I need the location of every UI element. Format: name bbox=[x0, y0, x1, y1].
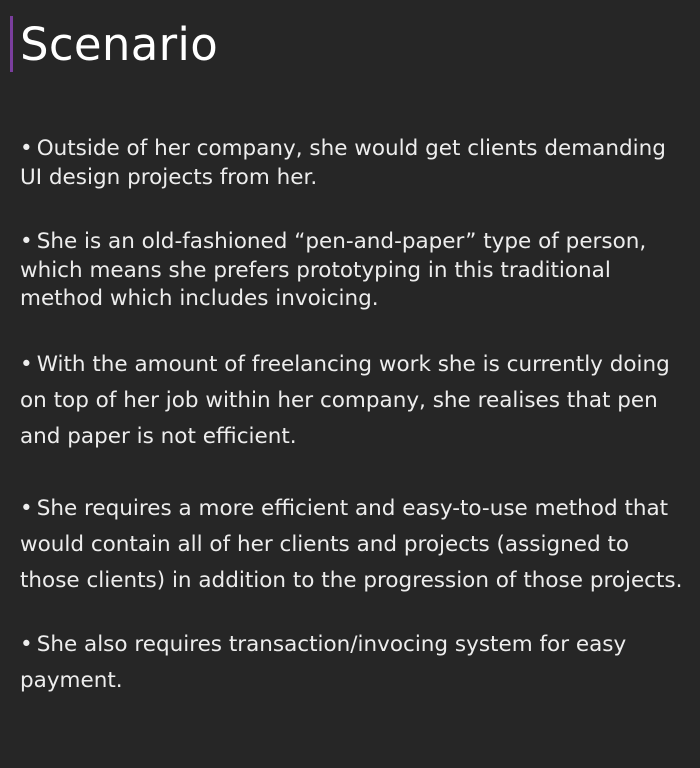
slide-title: Scenario bbox=[20, 18, 219, 71]
bullet-text: She also requires transaction/invocing s… bbox=[20, 632, 627, 693]
bullet-item: • Outside of her company, she would get c… bbox=[20, 135, 690, 192]
bullet-dot-icon: • bbox=[20, 632, 33, 657]
bullet-item: • She requires a more efficient and easy-… bbox=[20, 491, 690, 599]
bullet-item: • With the amount of freelancing work she… bbox=[20, 347, 690, 455]
slide: Scenario • Outside of her company, she wo… bbox=[0, 0, 700, 768]
bullet-text: She is an old-fashioned “pen-and-paper” … bbox=[20, 229, 647, 311]
bullet-text: Outside of her company, she would get cl… bbox=[20, 136, 666, 190]
bullet-text: With the amount of freelancing work she … bbox=[20, 352, 670, 449]
bullet-dot-icon: • bbox=[20, 352, 33, 377]
bullet-item: • She is an old-fashioned “pen-and-paper”… bbox=[20, 228, 690, 314]
bullet-item: • She also requires transaction/invocing … bbox=[20, 627, 690, 699]
title-accent-bar bbox=[10, 16, 13, 72]
bullet-dot-icon: • bbox=[20, 496, 33, 521]
bullet-text: She requires a more efficient and easy-t… bbox=[20, 496, 683, 593]
bullet-dot-icon: • bbox=[20, 136, 33, 161]
bullet-dot-icon: • bbox=[20, 229, 33, 254]
